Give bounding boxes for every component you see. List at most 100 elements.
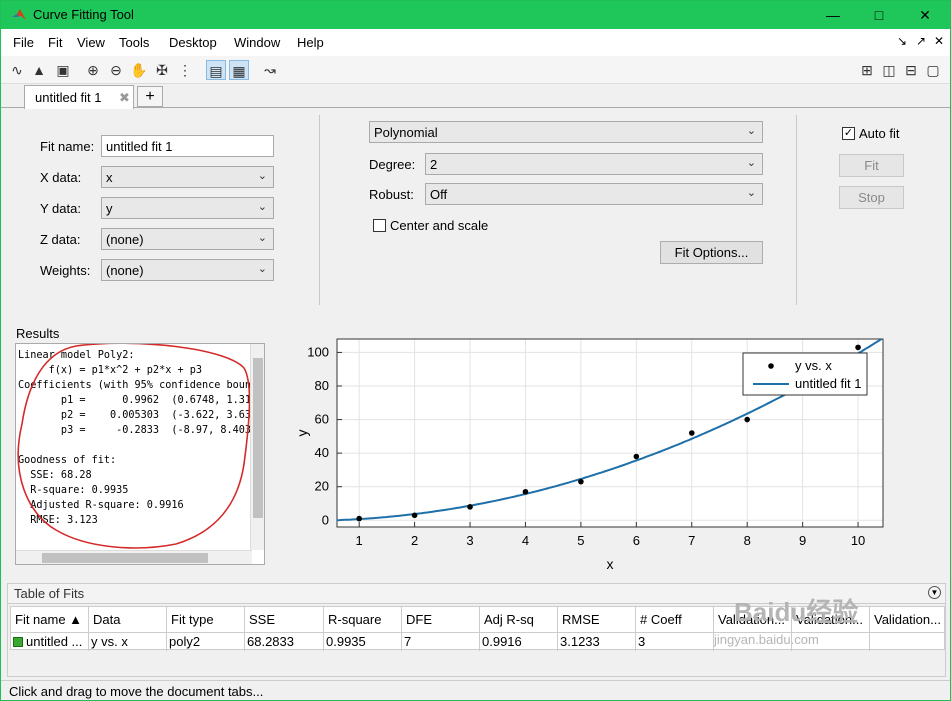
chevron-down-icon: ⌄ bbox=[257, 263, 267, 275]
weights-select[interactable]: (none) ⌄ bbox=[101, 259, 274, 281]
dock-icon[interactable]: ↗ bbox=[916, 34, 926, 48]
menu-desktop[interactable]: Desktop bbox=[169, 35, 217, 50]
horizontal-scrollbar[interactable] bbox=[16, 550, 252, 564]
z-data-select[interactable]: (none) ⌄ bbox=[101, 228, 274, 250]
menu-file[interactable]: File bbox=[13, 35, 34, 50]
fit-plot[interactable]: 1 2 3 4 5 6 7 8 9 10020406080100xyy vs. xuntitled… bbox=[275, 319, 946, 577]
collapse-icon[interactable]: ▼ bbox=[928, 586, 941, 599]
tab-untitled-fit-1[interactable]: untitled fit 1 ✖ bbox=[24, 85, 134, 109]
weights-label: Weights: bbox=[40, 263, 91, 278]
maximize-button[interactable]: □ bbox=[857, 1, 901, 29]
chevron-down-icon: ⌄ bbox=[746, 125, 756, 137]
fit-button[interactable]: Fit bbox=[839, 154, 904, 177]
x-tick-label: 7 bbox=[688, 533, 695, 548]
col-num-coeff[interactable]: # Coeff bbox=[636, 607, 714, 633]
exclude-outliers-icon[interactable]: ⋮ bbox=[175, 60, 195, 80]
close-tab-icon[interactable]: ✖ bbox=[119, 90, 130, 106]
cell-num-coeff: 3 bbox=[636, 633, 714, 651]
robust-select[interactable]: Off ⌄ bbox=[425, 183, 763, 205]
fit-name-input[interactable]: untitled fit 1 bbox=[101, 135, 274, 157]
legend-label-fit: untitled fit 1 bbox=[795, 376, 862, 391]
menu-view[interactable]: View bbox=[77, 35, 105, 50]
y-tick-label: 20 bbox=[315, 479, 329, 494]
cell-rmse: 3.1233 bbox=[558, 633, 636, 651]
red-annotation-circle bbox=[17, 344, 251, 549]
chevron-down-icon: ⌄ bbox=[257, 232, 267, 244]
x-tick-label: 9 bbox=[799, 533, 806, 548]
minimize-button[interactable]: — bbox=[811, 1, 855, 29]
data-point bbox=[855, 344, 861, 351]
auto-fit-checkbox[interactable]: ✓ bbox=[842, 127, 855, 140]
toolbar: ∿ ▲ ▣ ⊕ ⊖ ✋ ✠ ⋮ ▤ ▦ ↝ ⊞ ◫ ⊟ ▢ bbox=[1, 56, 950, 84]
auto-fit-label: Auto fit bbox=[859, 126, 900, 141]
layout-columns-icon[interactable]: ◫ bbox=[879, 60, 899, 80]
zoom-out-icon[interactable]: ⊖ bbox=[106, 60, 126, 80]
results-text[interactable]: Linear model Poly2: f(x) = p1*x^2 + p2*x… bbox=[15, 343, 265, 565]
cell-data: y vs. x bbox=[89, 633, 167, 651]
menu-tools[interactable]: Tools bbox=[119, 35, 149, 50]
fit-options-button[interactable]: Fit Options... bbox=[660, 241, 763, 264]
fit-color-swatch bbox=[13, 637, 23, 647]
matlab-logo-icon bbox=[12, 9, 26, 20]
center-scale-checkbox[interactable] bbox=[373, 219, 386, 232]
stop-button[interactable]: Stop bbox=[839, 186, 904, 209]
layout-rows-icon[interactable]: ⊟ bbox=[901, 60, 921, 80]
new-tab-button[interactable]: + bbox=[137, 86, 163, 107]
axes-limits-icon[interactable]: ↝ bbox=[260, 60, 280, 80]
data-point bbox=[411, 512, 418, 519]
robust-label: Robust: bbox=[369, 187, 414, 202]
layout-single-icon[interactable]: ▢ bbox=[923, 60, 943, 80]
watermark-logo: Baidu经验 bbox=[734, 597, 859, 627]
col-sse[interactable]: SSE bbox=[245, 607, 324, 633]
close-button[interactable]: ✕ bbox=[903, 1, 947, 29]
plot-panel: 1 2 3 4 5 6 7 8 9 10 0 20 40 60 80 100 x y y vs. x untitled… bbox=[275, 319, 946, 577]
zoom-in-icon[interactable]: ⊕ bbox=[83, 60, 103, 80]
legend-icon[interactable]: ▤ bbox=[206, 60, 226, 80]
cell-adj-r-sq: 0.9916 bbox=[480, 633, 558, 651]
col-dfe[interactable]: DFE bbox=[402, 607, 480, 633]
curve-fitting-window: Curve Fitting Tool — □ ✕ File Fit View T… bbox=[0, 0, 951, 701]
x-data-select[interactable]: x ⌄ bbox=[101, 166, 274, 188]
fit-type-select[interactable]: Polynomial ⌄ bbox=[369, 121, 763, 143]
y-tick-label: 80 bbox=[315, 378, 329, 393]
col-adj-r-sq[interactable]: Adj R-sq bbox=[480, 607, 558, 633]
y-data-select[interactable]: y ⌄ bbox=[101, 197, 274, 219]
plot-residuals-icon[interactable]: ▲ bbox=[29, 60, 49, 80]
divider bbox=[319, 115, 320, 305]
degree-select[interactable]: 2 ⌄ bbox=[425, 153, 763, 175]
layout-quad-icon[interactable]: ⊞ bbox=[857, 60, 877, 80]
col-data[interactable]: Data bbox=[89, 607, 167, 633]
z-data-label: Z data: bbox=[40, 232, 81, 247]
data-point bbox=[578, 478, 584, 485]
x-tick-label: 5 bbox=[577, 533, 584, 548]
results-title: Results bbox=[16, 326, 60, 341]
x-tick-label: 8 bbox=[744, 533, 751, 548]
menu-fit[interactable]: Fit bbox=[48, 35, 62, 50]
table-row[interactable]: untitled ... bbox=[11, 633, 89, 651]
window-title: Curve Fitting Tool bbox=[33, 7, 134, 22]
table-of-fits-panel: Table of Fits ▼ Fit name ▲ Data Fit type… bbox=[7, 583, 946, 677]
plot-fit-icon[interactable]: ∿ bbox=[7, 60, 27, 80]
col-fit-name[interactable]: Fit name ▲ bbox=[11, 607, 89, 633]
close-doc-icon[interactable]: ✕ bbox=[934, 34, 944, 48]
menu-help[interactable]: Help bbox=[297, 35, 324, 50]
vertical-scrollbar[interactable] bbox=[250, 344, 264, 550]
undock-icon[interactable]: ↘ bbox=[897, 34, 907, 48]
col-fit-type[interactable]: Fit type bbox=[167, 607, 245, 633]
menu-window[interactable]: Window bbox=[234, 35, 280, 50]
x-tick-label: 3 bbox=[466, 533, 473, 548]
data-point bbox=[522, 488, 529, 495]
col-validation-3[interactable]: Validation... bbox=[870, 607, 944, 633]
data-point bbox=[744, 416, 750, 423]
contour-icon[interactable]: ▣ bbox=[53, 60, 73, 80]
cell-validation-3 bbox=[870, 633, 944, 651]
x-data-label: X data: bbox=[40, 170, 82, 185]
grid-icon[interactable]: ▦ bbox=[229, 60, 249, 80]
y-tick-label: 0 bbox=[322, 512, 329, 527]
cell-dfe: 7 bbox=[402, 633, 480, 651]
col-r-square[interactable]: R-square bbox=[324, 607, 402, 633]
pan-icon[interactable]: ✋ bbox=[129, 60, 149, 80]
data-cursor-icon[interactable]: ✠ bbox=[152, 60, 172, 80]
status-text: Click and drag to move the document tabs… bbox=[9, 684, 264, 699]
col-rmse[interactable]: RMSE bbox=[558, 607, 636, 633]
